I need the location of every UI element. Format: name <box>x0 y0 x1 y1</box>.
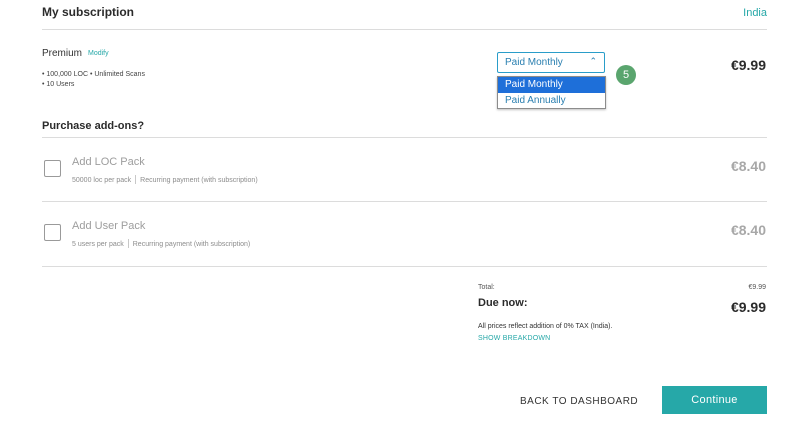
continue-button[interactable]: Continue <box>662 386 767 414</box>
separator <box>135 175 137 184</box>
plan-price: €9.99 <box>730 57 766 73</box>
billing-period-dropdown: Paid Monthly Paid Annually <box>497 76 606 109</box>
addon-loc-checkbox[interactable] <box>44 160 61 177</box>
addon-user-name: Add User Pack <box>72 220 146 232</box>
total-value: €9.99 <box>748 284 766 291</box>
addon-loc-detail: 50000 loc per pack <box>72 177 132 184</box>
plan-feature: • 100,000 LOC • Unlimited Scans <box>42 71 145 78</box>
addon-user-checkbox[interactable] <box>44 224 61 241</box>
modify-link[interactable]: Modify <box>88 50 109 57</box>
divider <box>42 29 767 30</box>
addon-loc-name: Add LOC Pack <box>72 156 145 168</box>
option-paid-monthly[interactable]: Paid Monthly <box>498 77 605 93</box>
divider <box>42 137 767 138</box>
option-paid-annually[interactable]: Paid Annually <box>498 93 605 109</box>
plan-name: Premium <box>42 48 83 59</box>
divider <box>42 201 767 202</box>
total-label: Total: <box>478 284 495 291</box>
addon-loc-details: 50000 loc per pack Recurring payment (wit… <box>72 175 258 184</box>
addon-user-details: 5 users per pack Recurring payment (with … <box>72 239 250 248</box>
due-now-label: Due now: <box>478 297 528 309</box>
country-link[interactable]: India <box>743 7 767 19</box>
show-breakdown-link[interactable]: SHOW BREAKDOWN <box>478 335 550 342</box>
plan-feature: • 10 Users <box>42 81 75 88</box>
addon-user-detail: 5 users per pack <box>72 241 124 248</box>
due-now-value: €9.99 <box>730 299 766 315</box>
separator <box>127 239 129 248</box>
step-badge: 5 <box>616 65 636 85</box>
addon-loc-price: €8.40 <box>730 158 766 174</box>
tax-note: All prices reflect addition of 0% TAX (I… <box>478 323 613 330</box>
divider <box>42 266 767 267</box>
addon-user-price: €8.40 <box>730 222 766 238</box>
chevron-up-icon: ⌃ <box>589 56 597 66</box>
back-to-dashboard-button[interactable]: BACK TO DASHBOARD <box>520 396 638 407</box>
addons-heading: Purchase add-ons? <box>42 120 145 132</box>
billing-period-value: Paid Monthly <box>505 57 563 68</box>
page-title: My subscription <box>42 5 135 19</box>
addon-user-recurring: Recurring payment (with subscription) <box>132 241 251 248</box>
billing-period-select[interactable]: Paid Monthly ⌃ <box>497 52 605 73</box>
addon-loc-recurring: Recurring payment (with subscription) <box>140 177 258 184</box>
